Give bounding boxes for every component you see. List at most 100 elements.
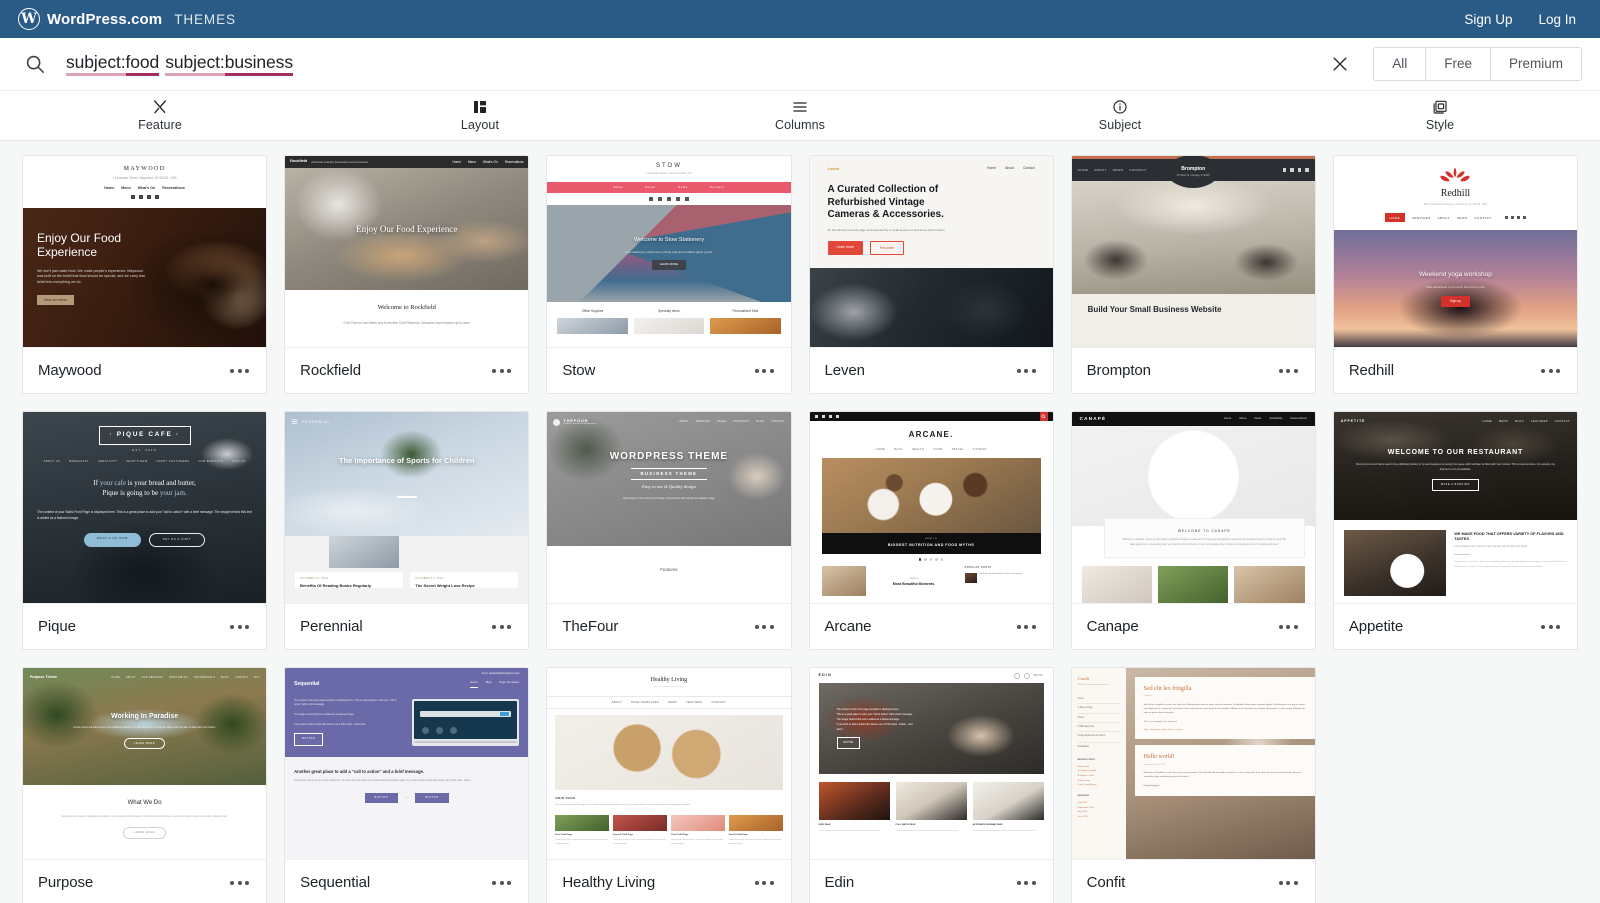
tab-subject[interactable]: Subject <box>960 91 1280 140</box>
preview-nav-item: ABOUT <box>125 676 136 679</box>
filter-tabs: Feature Layout Columns Subject Style <box>0 91 1600 141</box>
preview-button-2: BUTTON <box>415 792 449 803</box>
preview-child-body: Lorem ipsum dolor sit amet, consectetur … <box>670 839 724 845</box>
tab-style[interactable]: Style <box>1280 91 1600 140</box>
theme-card-thefour[interactable]: THEFOUR Creative, Business & Multipurpos… <box>546 411 792 650</box>
preview-nav-item: FOOD <box>933 447 943 451</box>
more-ellipsis-icon[interactable] <box>1277 619 1300 635</box>
more-ellipsis-icon[interactable] <box>490 363 513 379</box>
more-ellipsis-icon[interactable] <box>1277 875 1300 891</box>
theme-card-brompton[interactable]: HOME ABOUT NEWS CONTACT Brompton 573 Mai… <box>1070 155 1316 394</box>
theme-preview: HOME ABOUT NEWS CONTACT Brompton 573 Mai… <box>1071 156 1315 348</box>
preview-logo: Rockfield <box>290 159 308 164</box>
more-ellipsis-icon[interactable] <box>228 875 251 891</box>
preview-hero-body: Add image or text to the Front Page cont… <box>622 497 715 501</box>
more-ellipsis-icon[interactable] <box>753 875 776 891</box>
theme-card-rockfield[interactable]: Rockfield Artisanal culinary Restaurant … <box>284 155 530 394</box>
price-filter-premium[interactable]: Premium <box>1490 48 1581 80</box>
more-ellipsis-icon[interactable] <box>753 619 776 635</box>
more-ellipsis-icon[interactable] <box>1539 619 1562 635</box>
preview-nav-label: MENU <box>1033 673 1044 677</box>
preview-logo: ARCANE. <box>908 430 954 439</box>
theme-name: Rockfield <box>300 362 361 379</box>
theme-card-perennial[interactable]: PERENNIAL The Importance of Sports for C… <box>284 411 530 650</box>
theme-card-confit[interactable]: Confit WordPress.com testimonial theme H… <box>1070 667 1316 903</box>
preview-nav-item: CONTACT <box>771 419 785 423</box>
price-filter-free[interactable]: Free <box>1426 48 1491 80</box>
preview-post-title: Benefits Of Reading Books Regularly <box>300 583 372 589</box>
preview-nav-item: MENU <box>1498 420 1509 423</box>
preview-post2-meta: Posted on July 31, 2013 <box>1143 763 1166 766</box>
brand-name: WordPress.com <box>47 10 163 28</box>
more-ellipsis-icon[interactable] <box>228 363 251 379</box>
theme-card-stow[interactable]: STOW 1 Lonsdale Street, Stow-on-Wold, UK… <box>546 155 792 394</box>
theme-card-footer: Edin <box>810 860 1053 903</box>
more-ellipsis-icon[interactable] <box>228 619 251 635</box>
preview-logo-sub: Creative, Business & Multipurpose <box>563 423 597 426</box>
more-ellipsis-icon[interactable] <box>490 619 513 635</box>
login-link[interactable]: Log In <box>1538 12 1576 27</box>
preview-nav-item: Home <box>1077 695 1120 705</box>
theme-card-sequential[interactable]: Email: sequential@wordpress.com Sequenti… <box>284 667 530 903</box>
lotus-flower-icon <box>1334 165 1577 185</box>
preview-nav-item: Contact <box>1022 166 1035 171</box>
theme-card-footer: Canape <box>1072 604 1315 649</box>
theme-card-maywood[interactable]: MAYWOOD 1 Lonsdale Street, Maywood, WI 5… <box>22 155 268 394</box>
hamburger-menu-icon <box>291 418 298 427</box>
preview-widget-title: RECENT POSTS <box>1077 758 1095 761</box>
preview-logo: CANAPÉ <box>1079 415 1107 421</box>
theme-card-canape[interactable]: CANAPÉ Home Menu News Availability Reser… <box>1070 411 1316 650</box>
theme-card-purpose[interactable]: Purpose Theme HOME ABOUT OUR SERVICES WH… <box>22 667 268 903</box>
theme-card-arcane[interactable]: ARCANE. HOME BLOG HEALTH FOOD TRAVEL FIT… <box>808 411 1054 650</box>
theme-card-healthy-living[interactable]: Healthy Living just another wp theme ABO… <box>546 667 792 903</box>
preview-nav-item: NEWS <box>667 701 678 705</box>
preview-post2-body: Welcome to WordPress.com! This is your v… <box>1143 772 1302 779</box>
tab-feature[interactable]: Feature <box>0 91 320 140</box>
preview-tagline: WordPress.com testimonial theme <box>1077 684 1109 687</box>
theme-grid: MAYWOOD 1 Lonsdale Street, Maywood, WI 5… <box>0 141 1600 903</box>
preview-logo: APPETITE <box>1340 419 1366 423</box>
preview-nav-item: About <box>1077 714 1120 724</box>
more-ellipsis-icon[interactable] <box>1015 875 1038 891</box>
theme-name: Brompton <box>1086 362 1151 379</box>
preview-hero-title: Weekend yoga workshop <box>1418 270 1492 278</box>
theme-preview: PERENNIAL The Importance of Sports for C… <box>285 412 529 604</box>
more-ellipsis-icon[interactable] <box>1539 363 1562 379</box>
tab-columns[interactable]: Columns <box>640 91 960 140</box>
more-ellipsis-icon[interactable] <box>1015 363 1038 379</box>
preview-nav-item: CREATIVITY <box>97 460 118 464</box>
theme-name: Perennial <box>300 618 363 635</box>
theme-card-appetite[interactable]: APPETITE HOME MENU BLOG FEATURES CONTACT… <box>1332 411 1578 650</box>
preview-tagline: 573 Main St, Chicago, IL 60607 <box>1176 174 1210 177</box>
more-ellipsis-icon[interactable] <box>490 875 513 891</box>
theme-card-redhill[interactable]: Redhill 869 International Gateway, Colum… <box>1332 155 1578 394</box>
theme-card-edin[interactable]: EDIN MENU The content of the front page … <box>808 667 1054 903</box>
theme-name: Redhill <box>1348 362 1394 379</box>
search-input[interactable]: subject:food subject:business <box>66 52 1323 76</box>
theme-card-pique[interactable]: · PIQUE CAFE · EST. 2015 ABOUT US BREAKF… <box>22 411 268 650</box>
signup-link[interactable]: Sign Up <box>1464 12 1512 27</box>
tab-layout[interactable]: Layout <box>320 91 640 140</box>
preview-nav-item: CONTACT <box>1554 420 1570 423</box>
more-ellipsis-icon[interactable] <box>1277 363 1300 379</box>
more-ellipsis-icon[interactable] <box>1015 619 1038 635</box>
theme-card-leven[interactable]: Leven Home About Contact A Curated Colle… <box>808 155 1054 394</box>
preview-nav-item: Reservations <box>1290 416 1307 421</box>
preview-hero-title: Enjoy Our Food Experience <box>356 223 458 234</box>
theme-name: Appetite <box>1348 618 1404 635</box>
preview-logo: STOW <box>655 163 682 169</box>
price-filter-all[interactable]: All <box>1374 48 1427 80</box>
more-ellipsis-icon[interactable] <box>753 363 776 379</box>
preview-hero-body: Take advantage of our early bird pricing… <box>1425 284 1485 289</box>
close-icon[interactable] <box>1323 47 1357 81</box>
theme-card-footer: Healthy Living <box>547 860 790 903</box>
preview-nav-item: PORTFOLIO <box>733 419 750 423</box>
preview-social-icons <box>1282 168 1309 172</box>
preview-nav-item: SERVICES <box>695 419 710 423</box>
theme-card-footer: Pique <box>23 604 266 649</box>
preview-column-title: Specialty Items <box>658 309 680 313</box>
brand-logo[interactable]: W WordPress.com THEMES <box>18 8 236 30</box>
preview-hero-body: An introductory one-ish page accompanied… <box>827 227 946 232</box>
preview-nav-item: OUR BARISTAS <box>198 460 224 464</box>
preview-post1-title: Sed elit leo fringilla <box>1143 686 1192 692</box>
